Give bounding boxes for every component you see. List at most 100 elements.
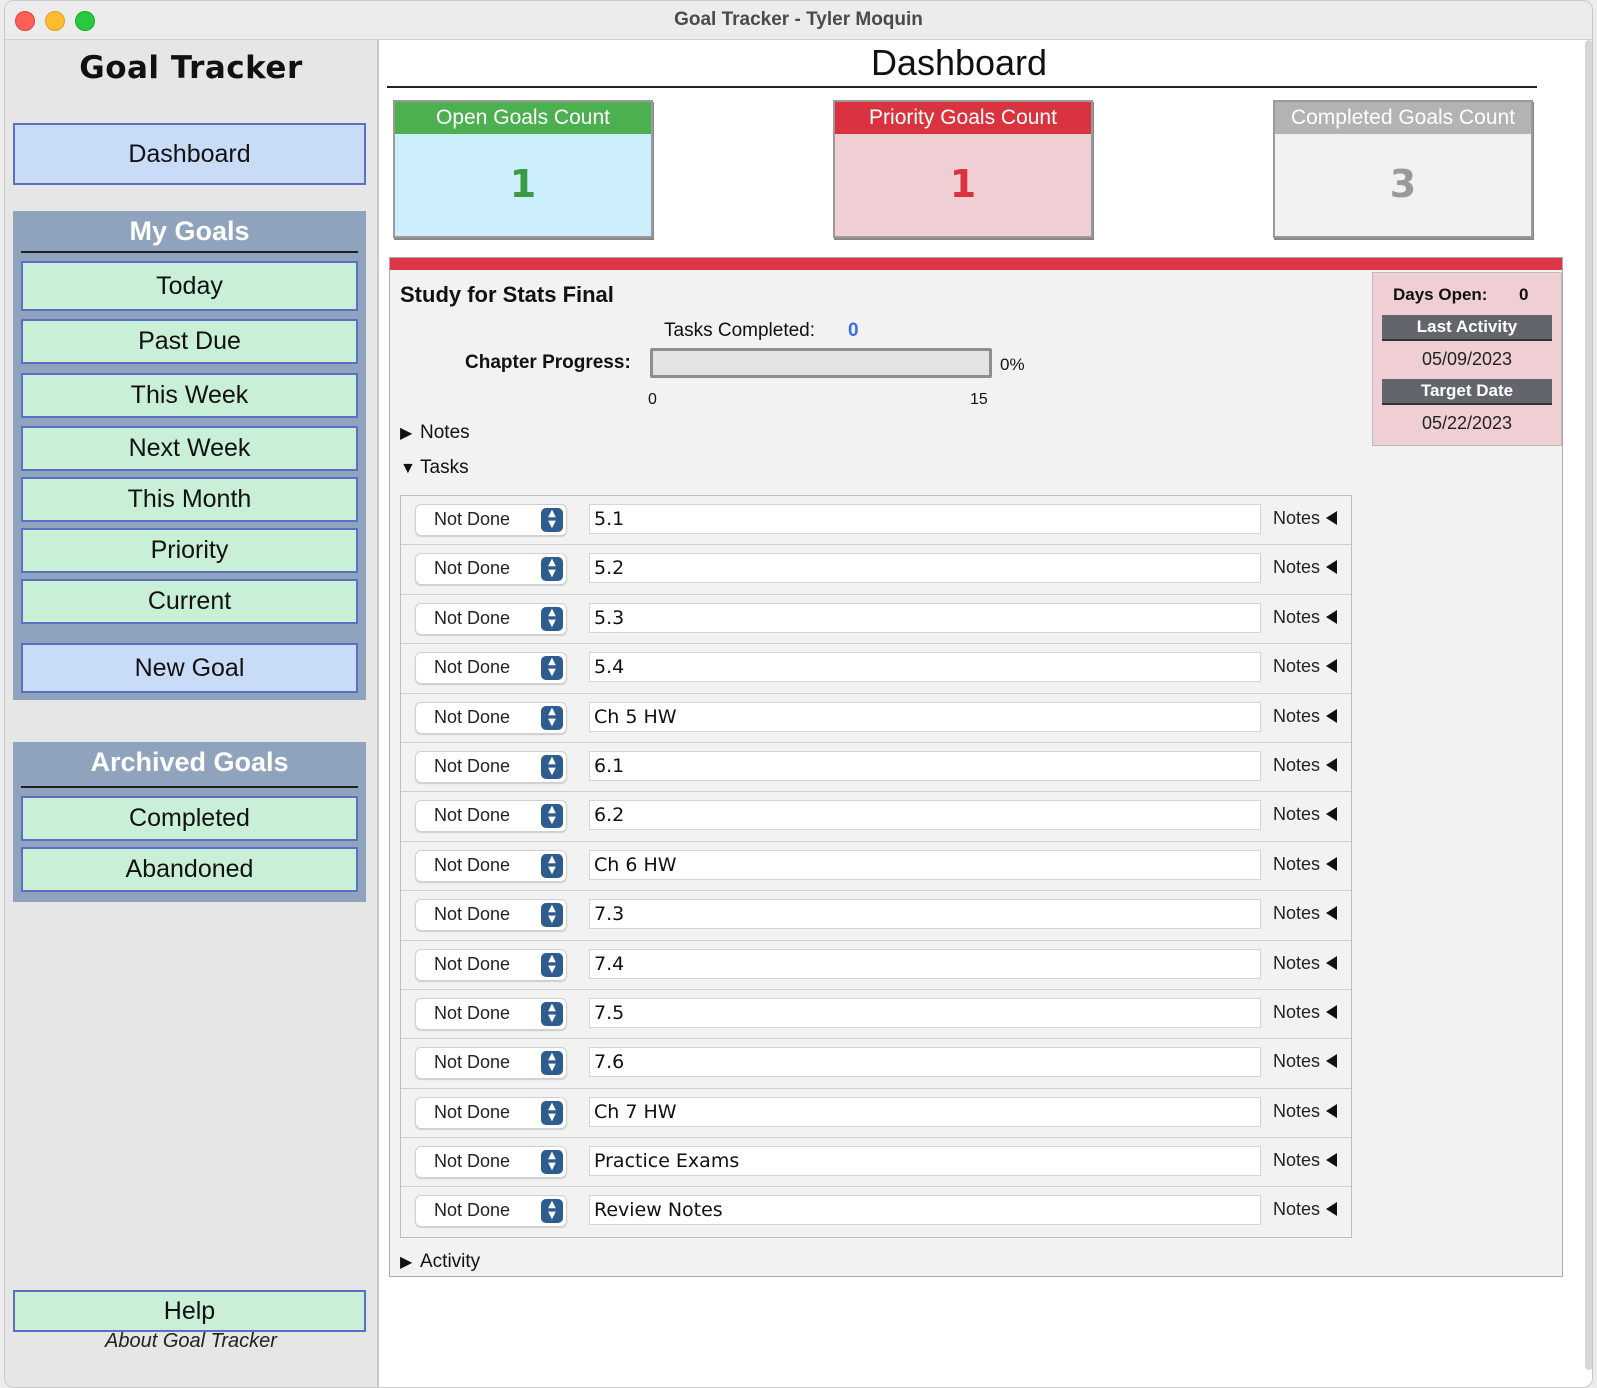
disclosure-left-icon: [1326, 807, 1338, 822]
task-notes-toggle[interactable]: Notes: [1273, 508, 1338, 529]
task-notes-label: Notes: [1273, 1100, 1321, 1121]
task-status-value: Not Done: [434, 509, 511, 529]
task-notes-toggle[interactable]: Notes: [1273, 706, 1338, 727]
days-open-label: Days Open:: [1393, 285, 1488, 304]
task-row: Not Done ▲ ▼ Review Notes Notes: [401, 1187, 1351, 1236]
task-notes-label: Notes: [1273, 1051, 1321, 1072]
priority-bar: [390, 258, 1562, 270]
task-name-field[interactable]: 6.2: [589, 800, 1261, 831]
task-status-select[interactable]: Not Done ▲ ▼: [415, 1096, 567, 1129]
task-row: Not Done ▲ ▼ 7.5 Notes: [401, 990, 1351, 1040]
select-stepper-icon: ▲ ▼: [541, 903, 563, 928]
task-name-field[interactable]: Practice Exams: [589, 1146, 1261, 1177]
disclosure-left-icon: [1326, 659, 1338, 674]
task-status-select[interactable]: Not Done ▲ ▼: [415, 1146, 567, 1179]
tasks-completed-value: 0: [848, 320, 859, 341]
task-notes-toggle[interactable]: Notes: [1273, 607, 1338, 628]
task-status-value: Not Done: [434, 1151, 511, 1172]
task-name-field[interactable]: 7.5: [589, 997, 1261, 1028]
sidebar-item-this-week[interactable]: This Week: [21, 373, 358, 418]
main-scrollbar[interactable]: [1583, 40, 1592, 1380]
tasks-disclosure[interactable]: ▼ Tasks: [400, 457, 469, 479]
task-status-select[interactable]: Not Done ▲ ▼: [415, 800, 567, 833]
scrollbar-thumb[interactable]: [1585, 40, 1592, 1370]
task-row: Not Done ▲ ▼ Ch 5 HW Notes: [401, 694, 1351, 743]
task-name-field[interactable]: 5.3: [589, 602, 1261, 633]
title-divider: [387, 86, 1537, 88]
task-name-field[interactable]: Ch 5 HW: [589, 701, 1261, 732]
task-notes-label: Notes: [1273, 1199, 1321, 1220]
task-status-select[interactable]: Not Done ▲ ▼: [415, 652, 567, 685]
task-notes-toggle[interactable]: Notes: [1273, 903, 1338, 924]
task-status-select[interactable]: Not Done ▲ ▼: [415, 553, 567, 586]
select-stepper-icon: ▲ ▼: [541, 1100, 563, 1125]
task-notes-toggle[interactable]: Notes: [1273, 1150, 1338, 1171]
task-notes-toggle[interactable]: Notes: [1273, 1051, 1338, 1072]
notes-disclosure[interactable]: ▶ Notes: [400, 422, 470, 444]
task-status-select[interactable]: Not Done ▲ ▼: [415, 899, 567, 932]
sidebar-item-this-month[interactable]: This Month: [21, 477, 358, 522]
disclosure-collapsed-icon: ▶: [400, 425, 413, 442]
dashboard-button[interactable]: Dashboard: [13, 123, 366, 185]
task-status-select[interactable]: Not Done ▲ ▼: [415, 948, 567, 981]
task-notes-toggle[interactable]: Notes: [1273, 1100, 1338, 1122]
archived-goals-group: Archived Goals Completed Abandoned: [13, 742, 366, 902]
task-notes-label: Notes: [1273, 1001, 1321, 1022]
task-name-field[interactable]: 5.4: [589, 652, 1261, 683]
task-notes-toggle[interactable]: Notes: [1273, 1001, 1338, 1023]
task-notes-label: Notes: [1273, 853, 1321, 874]
select-stepper-icon: ▲ ▼: [541, 606, 563, 631]
help-button[interactable]: Help: [13, 1290, 366, 1332]
task-name-field[interactable]: 5.2: [589, 553, 1261, 584]
task-notes-toggle[interactable]: Notes: [1273, 804, 1338, 825]
task-status-select[interactable]: Not Done ▲ ▼: [415, 504, 567, 536]
sidebar-item-past-due[interactable]: Past Due: [21, 319, 358, 364]
sidebar-item-abandoned[interactable]: Abandoned: [21, 847, 358, 892]
disclosure-left-icon: [1326, 856, 1338, 871]
select-stepper-icon: ▲ ▼: [541, 754, 563, 779]
chapter-progress-label: Chapter Progress:: [465, 352, 631, 373]
disclosure-expanded-icon: ▼: [400, 460, 416, 477]
task-status-select[interactable]: Not Done ▲ ▼: [415, 602, 567, 635]
task-row: Not Done ▲ ▼ 5.1 Notes: [401, 496, 1351, 546]
task-notes-label: Notes: [1273, 903, 1321, 924]
task-status-select[interactable]: Not Done ▲ ▼: [415, 849, 567, 882]
task-name-field[interactable]: 5.1: [589, 504, 1261, 534]
task-status-value: Not Done: [434, 657, 511, 678]
target-date-value: 05/22/2023: [1421, 413, 1513, 433]
select-stepper-icon: ▲ ▼: [541, 853, 563, 878]
sidebar-item-next-week[interactable]: Next Week: [21, 426, 358, 471]
task-row: Not Done ▲ ▼ Ch 7 HW Notes: [401, 1089, 1351, 1139]
sidebar-item-current[interactable]: Current: [21, 579, 358, 624]
task-name-field[interactable]: 6.1: [589, 750, 1261, 781]
priority-goals-card: Priority Goals Count 1: [833, 100, 1093, 238]
task-notes-toggle[interactable]: Notes: [1273, 755, 1338, 776]
task-name-field[interactable]: Ch 7 HW: [589, 1096, 1261, 1127]
task-status-select[interactable]: Not Done ▲ ▼: [415, 750, 567, 783]
task-status-select[interactable]: Not Done ▲ ▼: [415, 997, 567, 1030]
sidebar-item-today[interactable]: Today: [21, 261, 358, 311]
task-status-select[interactable]: Not Done ▲ ▼: [415, 1195, 567, 1228]
task-name-field[interactable]: 7.4: [589, 948, 1261, 979]
page-title: Dashboard: [870, 42, 1048, 83]
about-link[interactable]: About Goal Tracker: [5, 1330, 377, 1353]
goal-info-box: Days Open: 0 Last Activity 05/09/2023 Ta…: [1372, 272, 1562, 446]
task-status-select[interactable]: Not Done ▲ ▼: [415, 701, 567, 734]
activity-disclosure[interactable]: ▶ Activity: [400, 1251, 480, 1273]
task-name-field[interactable]: Ch 6 HW: [589, 849, 1261, 880]
task-notes-toggle[interactable]: Notes: [1273, 557, 1338, 578]
task-name-field[interactable]: 7.6: [589, 1047, 1261, 1078]
disclosure-left-icon: [1326, 757, 1338, 772]
task-status-select[interactable]: Not Done ▲ ▼: [415, 1047, 567, 1080]
task-notes-toggle[interactable]: Notes: [1273, 853, 1338, 875]
task-name-field[interactable]: 7.3: [589, 899, 1261, 930]
new-goal-button[interactable]: New Goal: [21, 643, 358, 693]
task-notes-toggle[interactable]: Notes: [1273, 656, 1338, 677]
disclosure-collapsed-icon: ▶: [400, 1254, 413, 1271]
task-name-field[interactable]: Review Notes: [589, 1195, 1261, 1226]
task-status-value: Not Done: [434, 1052, 511, 1073]
task-notes-toggle[interactable]: Notes: [1273, 1199, 1338, 1220]
sidebar-item-priority[interactable]: Priority: [21, 528, 358, 573]
sidebar-item-completed[interactable]: Completed: [21, 796, 358, 841]
task-notes-toggle[interactable]: Notes: [1273, 953, 1338, 974]
